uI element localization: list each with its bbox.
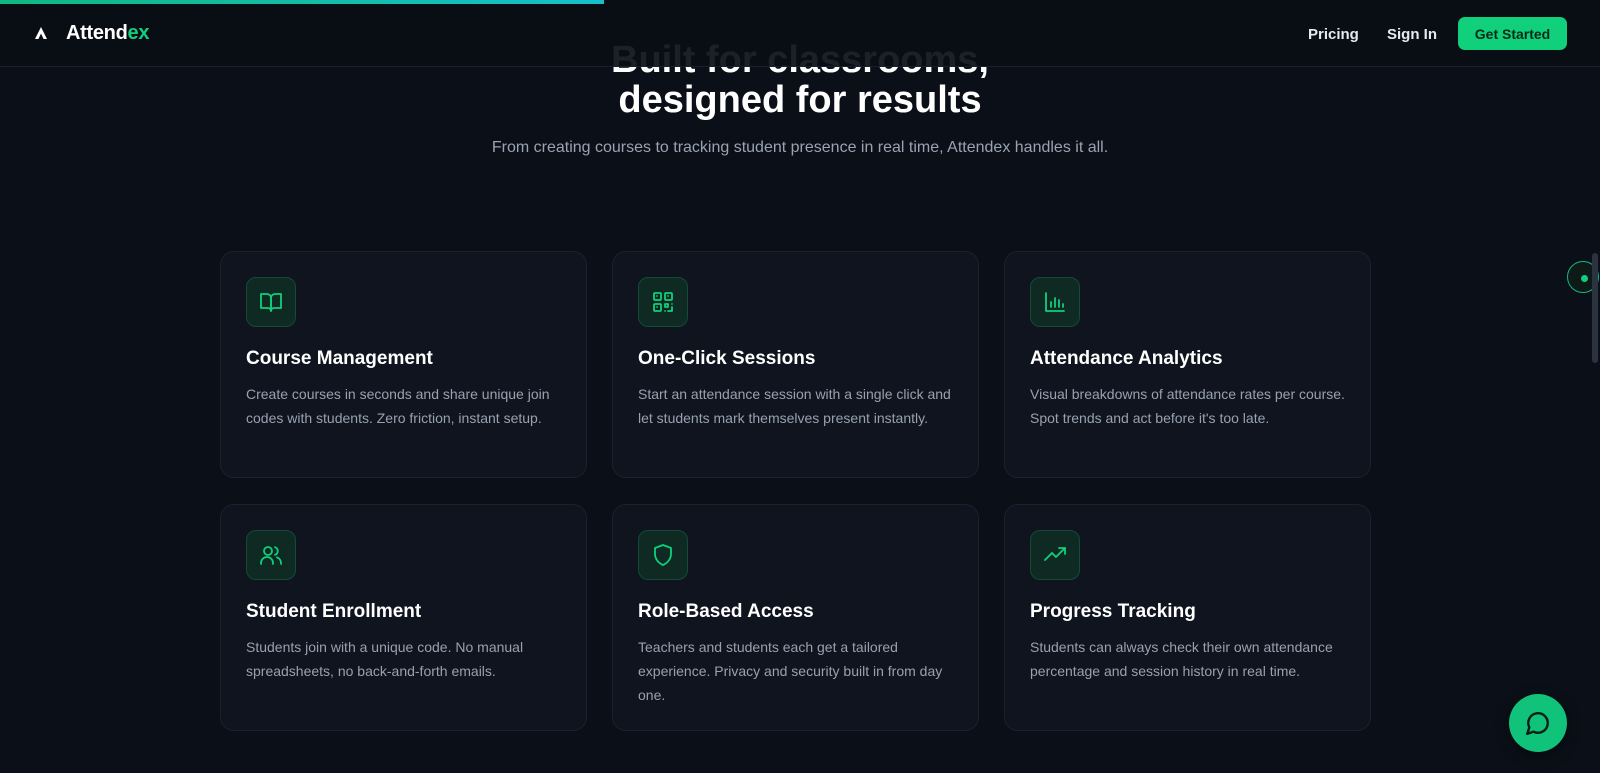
feature-description: Students join with a unique code. No man…: [246, 639, 524, 679]
chat-button[interactable]: [1509, 694, 1567, 752]
navbar: Attendex Pricing Sign In Get Started: [0, 0, 1600, 67]
feature-title: Progress Tracking: [1030, 601, 1196, 622]
feature-description: Start an attendance session with a singl…: [638, 386, 951, 426]
feature-title: Student Enrollment: [246, 601, 422, 622]
shield-icon: [638, 530, 688, 580]
feature-card-progress-tracking: Progress Tracking Students can always ch…: [1004, 504, 1371, 731]
feature-description: Visual breakdowns of attendance rates pe…: [1030, 386, 1345, 426]
feature-description: Students can always check their own atte…: [1030, 639, 1333, 679]
brand-logo[interactable]: Attendex: [66, 22, 149, 45]
nav-link-pricing[interactable]: Pricing: [1308, 26, 1359, 43]
get-started-button[interactable]: Get Started: [1458, 17, 1567, 50]
feature-title: One-Click Sessions: [638, 348, 816, 369]
trending-up-icon: [1030, 530, 1080, 580]
feature-card-one-click-sessions: One-Click Sessions Start an attendance s…: [612, 251, 979, 478]
feature-card-student-enrollment: Student Enrollment Students join with a …: [220, 504, 587, 731]
hero-title: designed for results: [618, 79, 982, 121]
scrollbar-thumb[interactable]: [1592, 253, 1598, 363]
feature-title: Course Management: [246, 348, 433, 369]
bar-chart-icon: [1030, 277, 1080, 327]
feature-description: Create courses in seconds and share uniq…: [246, 386, 550, 426]
feature-card-course-management: Course Management Create courses in seco…: [220, 251, 587, 478]
brand-name-accent: ex: [127, 22, 150, 44]
users-icon: [246, 530, 296, 580]
feature-description: Teachers and students each get a tailore…: [638, 639, 943, 703]
brand-name-main: Attend: [66, 22, 128, 44]
nav-link-sign-in[interactable]: Sign In: [1387, 26, 1437, 43]
feature-title: Attendance Analytics: [1030, 348, 1223, 369]
feature-card-attendance-analytics: Attendance Analytics Visual breakdowns o…: [1004, 251, 1371, 478]
book-open-icon: [246, 277, 296, 327]
feature-title: Role-Based Access: [638, 601, 814, 622]
chat-bubble-icon: [1525, 712, 1549, 736]
hero-subtitle: From creating courses to tracking studen…: [491, 139, 1109, 156]
qr-code-icon: [638, 277, 688, 327]
scroll-progress-bar: [0, 0, 604, 4]
feature-card-role-based-access: Role-Based Access Teachers and students …: [612, 504, 979, 731]
logo-icon: [35, 27, 47, 39]
